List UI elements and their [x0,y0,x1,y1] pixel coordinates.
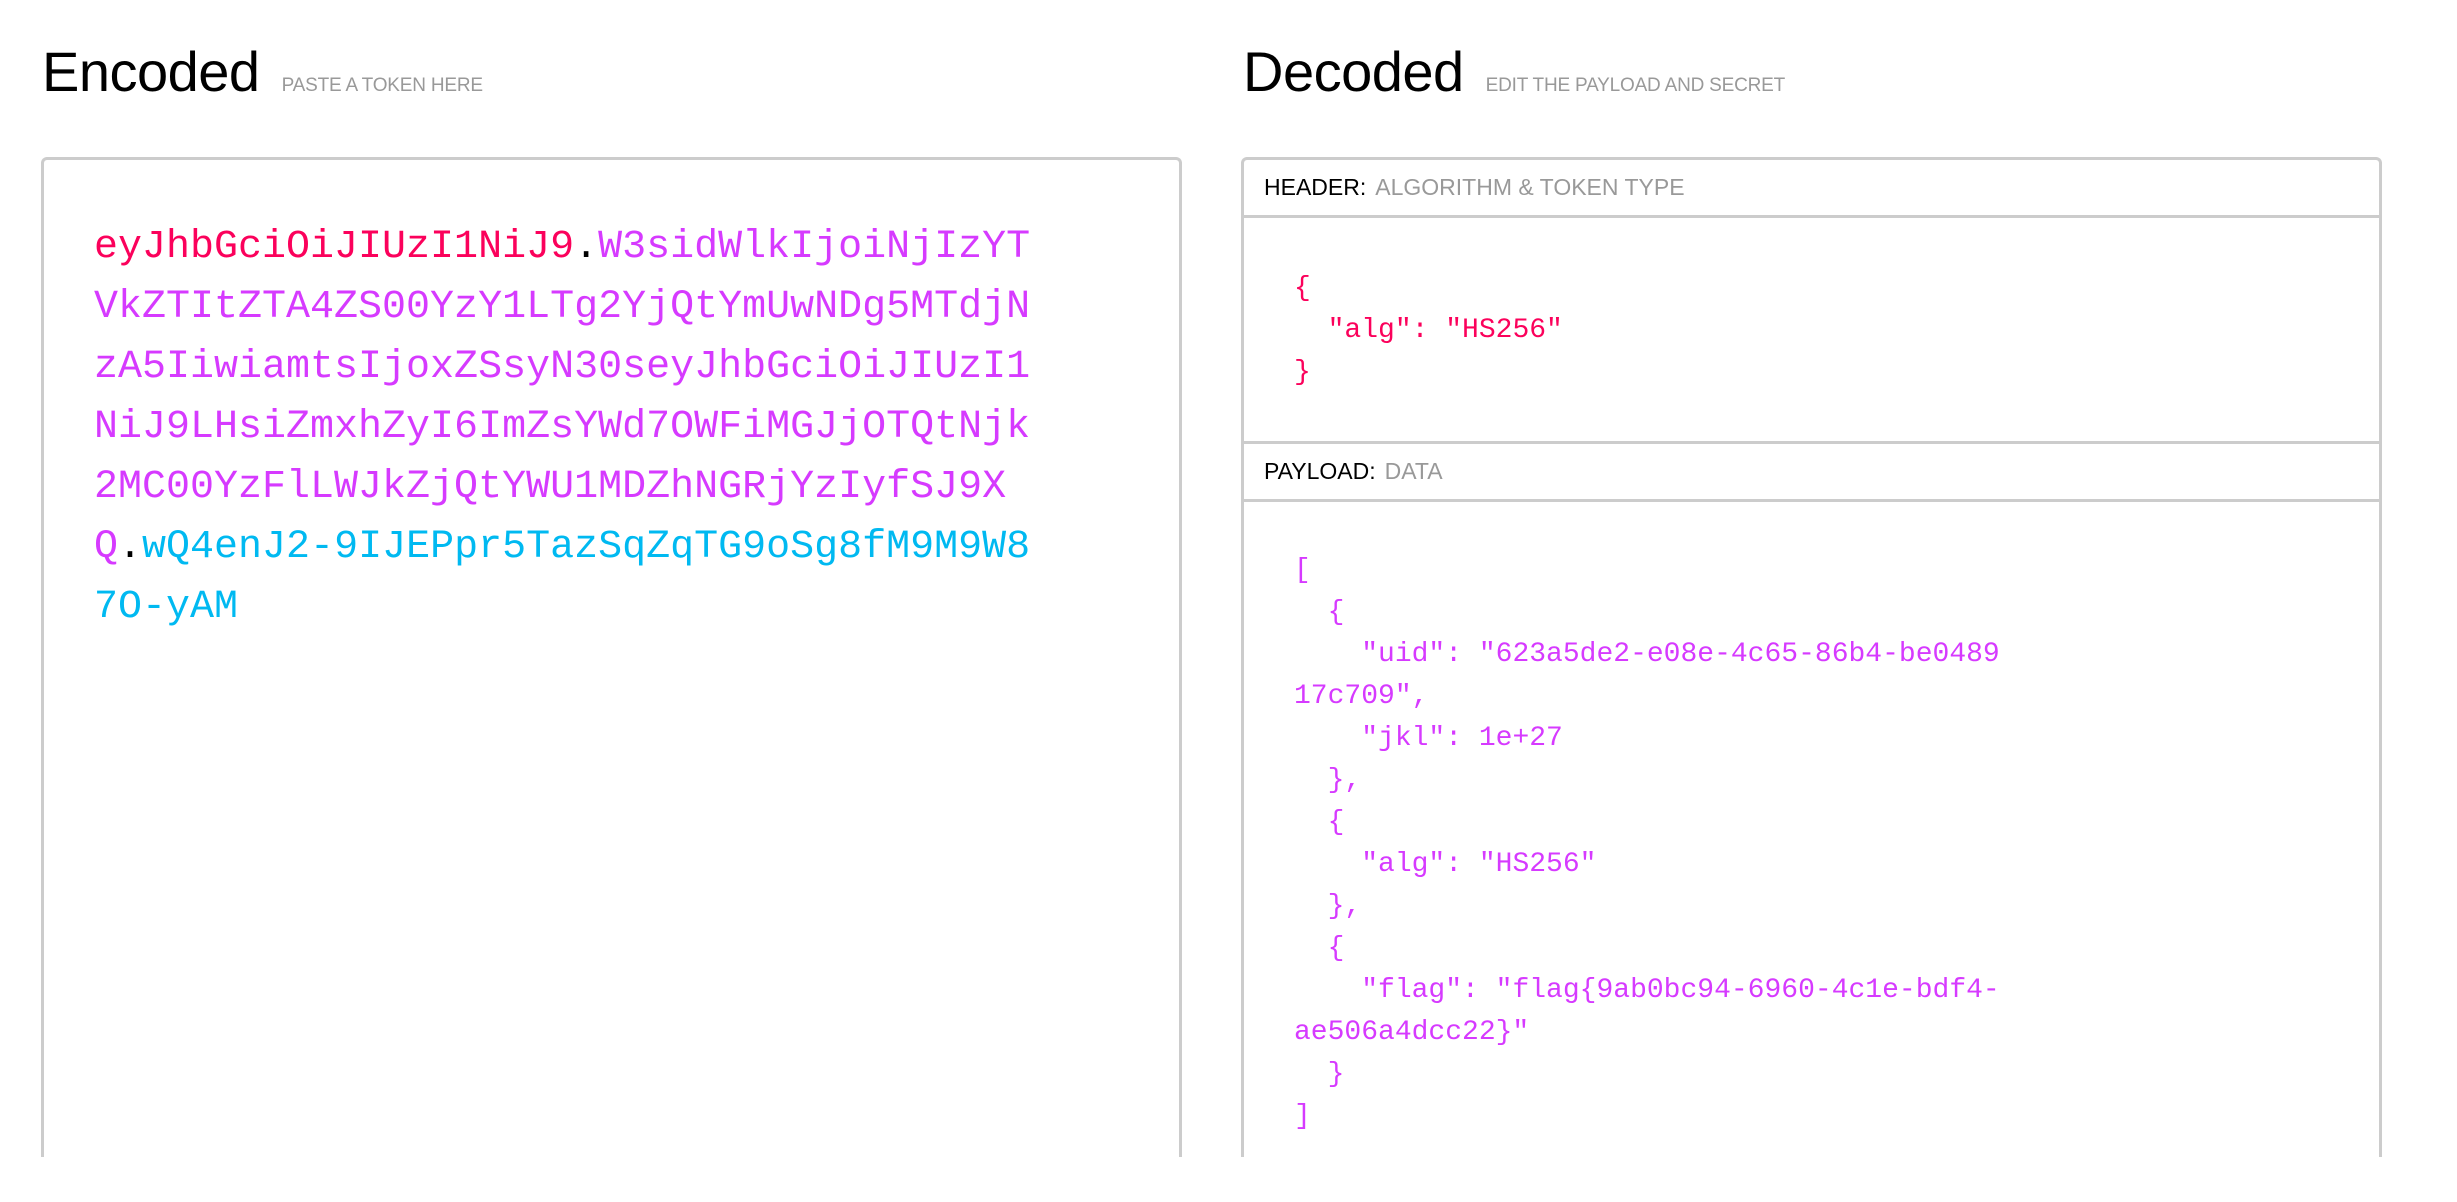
encoded-token-text[interactable]: eyJhbGciOiJIUzI1NiJ9.W3sidWlkIjoiNjIzYTV… [94,218,1054,638]
decoded-title: Decoded [1243,40,1464,103]
payload-sublabel: DATA [1384,458,1443,484]
payload-json-editor[interactable]: [ { "uid": "623a5de2-e08e-4c65-86b4-be04… [1244,502,2379,1202]
header-json-editor[interactable]: { "alg": "HS256" } [1244,218,2379,444]
payload-json-text[interactable]: [ { "uid": "623a5de2-e08e-4c65-86b4-be04… [1294,550,2014,1138]
decoded-heading: Decoded EDIT THE PAYLOAD AND SECRET [1243,44,1785,100]
payload-label: PAYLOAD: [1264,458,1376,484]
decoded-subtitle: EDIT THE PAYLOAD AND SECRET [1485,75,1786,96]
token-signature-part: wQ4enJ2-9IJEPpr5TazSqZqTG9oSg8fM9M9W87O-… [94,525,1031,630]
header-sublabel: ALGORITHM & TOKEN TYPE [1375,174,1685,200]
header-section-title: HEADER: ALGORITHM & TOKEN TYPE [1244,160,2379,218]
encoded-heading: Encoded PASTE A TOKEN HERE [42,44,483,100]
token-payload-part: W3sidWlkIjoiNjIzYTVkZTItZTA4ZS00YzY1LTg2… [94,225,1031,570]
encoded-title: Encoded [42,40,260,103]
header-json-text[interactable]: { "alg": "HS256" } [1294,268,2294,394]
payload-section-title: PAYLOAD: DATA [1244,444,2379,502]
encoded-subtitle: PASTE A TOKEN HERE [281,75,483,96]
encoded-token-input[interactable]: eyJhbGciOiJIUzI1NiJ9.W3sidWlkIjoiNjIzYTV… [41,157,1182,1157]
decoded-panel: HEADER: ALGORITHM & TOKEN TYPE { "alg": … [1241,157,2382,1157]
token-header-part: eyJhbGciOiJIUzI1NiJ9 [94,225,575,270]
header-label: HEADER: [1264,174,1367,200]
token-separator: . [118,525,143,570]
token-separator: . [574,225,599,270]
